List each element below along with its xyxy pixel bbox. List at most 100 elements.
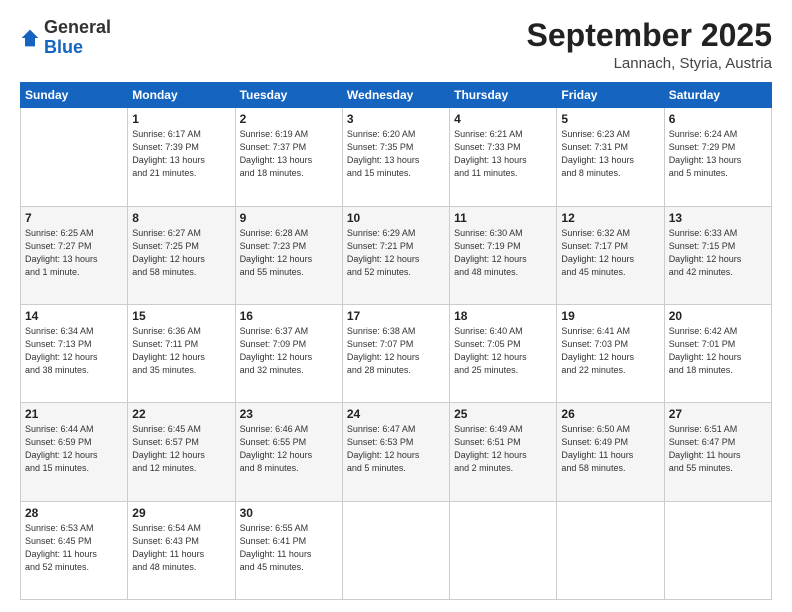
- calendar-cell: [450, 501, 557, 599]
- cell-text: Sunrise: 6:55 AM Sunset: 6:41 PM Dayligh…: [240, 522, 338, 574]
- calendar-header-monday: Monday: [128, 83, 235, 108]
- day-number: 7: [25, 211, 123, 225]
- cell-text: Sunrise: 6:36 AM Sunset: 7:11 PM Dayligh…: [132, 325, 230, 377]
- cell-text: Sunrise: 6:24 AM Sunset: 7:29 PM Dayligh…: [669, 128, 767, 180]
- calendar-header-saturday: Saturday: [664, 83, 771, 108]
- cell-text: Sunrise: 6:37 AM Sunset: 7:09 PM Dayligh…: [240, 325, 338, 377]
- header: General Blue September 2025 Lannach, Sty…: [20, 18, 772, 72]
- day-number: 15: [132, 309, 230, 323]
- day-number: 10: [347, 211, 445, 225]
- cell-text: Sunrise: 6:53 AM Sunset: 6:45 PM Dayligh…: [25, 522, 123, 574]
- day-number: 19: [561, 309, 659, 323]
- calendar-cell: 28 Sunrise: 6:53 AM Sunset: 6:45 PM Dayli…: [21, 501, 128, 599]
- cell-text: Sunrise: 6:32 AM Sunset: 7:17 PM Dayligh…: [561, 227, 659, 279]
- calendar-cell: 16 Sunrise: 6:37 AM Sunset: 7:09 PM Dayli…: [235, 304, 342, 402]
- day-number: 22: [132, 407, 230, 421]
- cell-text: Sunrise: 6:50 AM Sunset: 6:49 PM Dayligh…: [561, 423, 659, 475]
- cell-text: Sunrise: 6:17 AM Sunset: 7:39 PM Dayligh…: [132, 128, 230, 180]
- cell-text: Sunrise: 6:34 AM Sunset: 7:13 PM Dayligh…: [25, 325, 123, 377]
- calendar-cell: 15 Sunrise: 6:36 AM Sunset: 7:11 PM Dayli…: [128, 304, 235, 402]
- calendar-cell: 11 Sunrise: 6:30 AM Sunset: 7:19 PM Dayli…: [450, 206, 557, 304]
- calendar-cell: 21Sunrise: 6:44 AM Sunset: 6:59 PM Dayli…: [21, 403, 128, 501]
- day-number: 27: [669, 407, 767, 421]
- cell-text: Sunrise: 6:29 AM Sunset: 7:21 PM Dayligh…: [347, 227, 445, 279]
- calendar-header-wednesday: Wednesday: [342, 83, 449, 108]
- calendar-cell: 1 Sunrise: 6:17 AM Sunset: 7:39 PM Daylig…: [128, 108, 235, 206]
- day-number: 1: [132, 112, 230, 126]
- cell-text: Sunrise: 6:20 AM Sunset: 7:35 PM Dayligh…: [347, 128, 445, 180]
- calendar-cell: 18Sunrise: 6:40 AM Sunset: 7:05 PM Dayli…: [450, 304, 557, 402]
- calendar-cell: 8 Sunrise: 6:27 AM Sunset: 7:25 PM Daylig…: [128, 206, 235, 304]
- cell-text: Sunrise: 6:46 AM Sunset: 6:55 PM Dayligh…: [240, 423, 338, 475]
- cell-text: Sunrise: 6:47 AM Sunset: 6:53 PM Dayligh…: [347, 423, 445, 475]
- cell-text: Sunrise: 6:21 AM Sunset: 7:33 PM Dayligh…: [454, 128, 552, 180]
- cell-text: Sunrise: 6:30 AM Sunset: 7:19 PM Dayligh…: [454, 227, 552, 279]
- day-number: 8: [132, 211, 230, 225]
- calendar-cell: [342, 501, 449, 599]
- calendar-cell: 30 Sunrise: 6:55 AM Sunset: 6:41 PM Dayli…: [235, 501, 342, 599]
- calendar-table: SundayMondayTuesdayWednesdayThursdayFrid…: [20, 82, 772, 600]
- day-number: 28: [25, 506, 123, 520]
- cell-text: Sunrise: 6:27 AM Sunset: 7:25 PM Dayligh…: [132, 227, 230, 279]
- cell-text: Sunrise: 6:28 AM Sunset: 7:23 PM Dayligh…: [240, 227, 338, 279]
- calendar-header-row: SundayMondayTuesdayWednesdayThursdayFrid…: [21, 83, 772, 108]
- cell-text: Sunrise: 6:19 AM Sunset: 7:37 PM Dayligh…: [240, 128, 338, 180]
- calendar-cell: [21, 108, 128, 206]
- calendar-week-row: 1 Sunrise: 6:17 AM Sunset: 7:39 PM Daylig…: [21, 108, 772, 206]
- calendar-cell: 14Sunrise: 6:34 AM Sunset: 7:13 PM Dayli…: [21, 304, 128, 402]
- calendar-cell: 12 Sunrise: 6:32 AM Sunset: 7:17 PM Dayli…: [557, 206, 664, 304]
- day-number: 18: [454, 309, 552, 323]
- day-number: 12: [561, 211, 659, 225]
- calendar-header-thursday: Thursday: [450, 83, 557, 108]
- calendar-cell: 4 Sunrise: 6:21 AM Sunset: 7:33 PM Daylig…: [450, 108, 557, 206]
- calendar-cell: 22Sunrise: 6:45 AM Sunset: 6:57 PM Dayli…: [128, 403, 235, 501]
- calendar-cell: 3 Sunrise: 6:20 AM Sunset: 7:35 PM Daylig…: [342, 108, 449, 206]
- cell-text: Sunrise: 6:51 AM Sunset: 6:47 PM Dayligh…: [669, 423, 767, 475]
- cell-text: Sunrise: 6:54 AM Sunset: 6:43 PM Dayligh…: [132, 522, 230, 574]
- calendar-cell: 19 Sunrise: 6:41 AM Sunset: 7:03 PM Dayli…: [557, 304, 664, 402]
- day-number: 29: [132, 506, 230, 520]
- calendar-cell: 25 Sunrise: 6:49 AM Sunset: 6:51 PM Dayli…: [450, 403, 557, 501]
- logo-text: General Blue: [44, 18, 111, 58]
- day-number: 30: [240, 506, 338, 520]
- calendar-cell: 6Sunrise: 6:24 AM Sunset: 7:29 PM Daylig…: [664, 108, 771, 206]
- page: General Blue September 2025 Lannach, Sty…: [0, 0, 792, 612]
- calendar-cell: [664, 501, 771, 599]
- logo-general: General: [44, 17, 111, 37]
- day-number: 3: [347, 112, 445, 126]
- calendar-cell: [557, 501, 664, 599]
- day-number: 17: [347, 309, 445, 323]
- calendar-week-row: 21Sunrise: 6:44 AM Sunset: 6:59 PM Dayli…: [21, 403, 772, 501]
- calendar-cell: 24 Sunrise: 6:47 AM Sunset: 6:53 PM Dayli…: [342, 403, 449, 501]
- calendar-cell: 26Sunrise: 6:50 AM Sunset: 6:49 PM Dayli…: [557, 403, 664, 501]
- calendar-cell: 7 Sunrise: 6:25 AM Sunset: 7:27 PM Daylig…: [21, 206, 128, 304]
- calendar-week-row: 7 Sunrise: 6:25 AM Sunset: 7:27 PM Daylig…: [21, 206, 772, 304]
- day-number: 23: [240, 407, 338, 421]
- day-number: 21: [25, 407, 123, 421]
- day-number: 11: [454, 211, 552, 225]
- month-title: September 2025: [527, 18, 772, 53]
- day-number: 4: [454, 112, 552, 126]
- day-number: 13: [669, 211, 767, 225]
- calendar-header-sunday: Sunday: [21, 83, 128, 108]
- calendar-header-tuesday: Tuesday: [235, 83, 342, 108]
- calendar-cell: 5Sunrise: 6:23 AM Sunset: 7:31 PM Daylig…: [557, 108, 664, 206]
- cell-text: Sunrise: 6:42 AM Sunset: 7:01 PM Dayligh…: [669, 325, 767, 377]
- cell-text: Sunrise: 6:41 AM Sunset: 7:03 PM Dayligh…: [561, 325, 659, 377]
- day-number: 16: [240, 309, 338, 323]
- cell-text: Sunrise: 6:33 AM Sunset: 7:15 PM Dayligh…: [669, 227, 767, 279]
- cell-text: Sunrise: 6:25 AM Sunset: 7:27 PM Dayligh…: [25, 227, 123, 279]
- calendar-cell: 10 Sunrise: 6:29 AM Sunset: 7:21 PM Dayli…: [342, 206, 449, 304]
- day-number: 5: [561, 112, 659, 126]
- calendar-week-row: 14Sunrise: 6:34 AM Sunset: 7:13 PM Dayli…: [21, 304, 772, 402]
- calendar-week-row: 28 Sunrise: 6:53 AM Sunset: 6:45 PM Dayli…: [21, 501, 772, 599]
- day-number: 25: [454, 407, 552, 421]
- calendar-cell: 20Sunrise: 6:42 AM Sunset: 7:01 PM Dayli…: [664, 304, 771, 402]
- day-number: 2: [240, 112, 338, 126]
- calendar-cell: 9Sunrise: 6:28 AM Sunset: 7:23 PM Daylig…: [235, 206, 342, 304]
- calendar-cell: 29 Sunrise: 6:54 AM Sunset: 6:43 PM Dayli…: [128, 501, 235, 599]
- day-number: 24: [347, 407, 445, 421]
- calendar-header-friday: Friday: [557, 83, 664, 108]
- cell-text: Sunrise: 6:49 AM Sunset: 6:51 PM Dayligh…: [454, 423, 552, 475]
- calendar-cell: 27 Sunrise: 6:51 AM Sunset: 6:47 PM Dayli…: [664, 403, 771, 501]
